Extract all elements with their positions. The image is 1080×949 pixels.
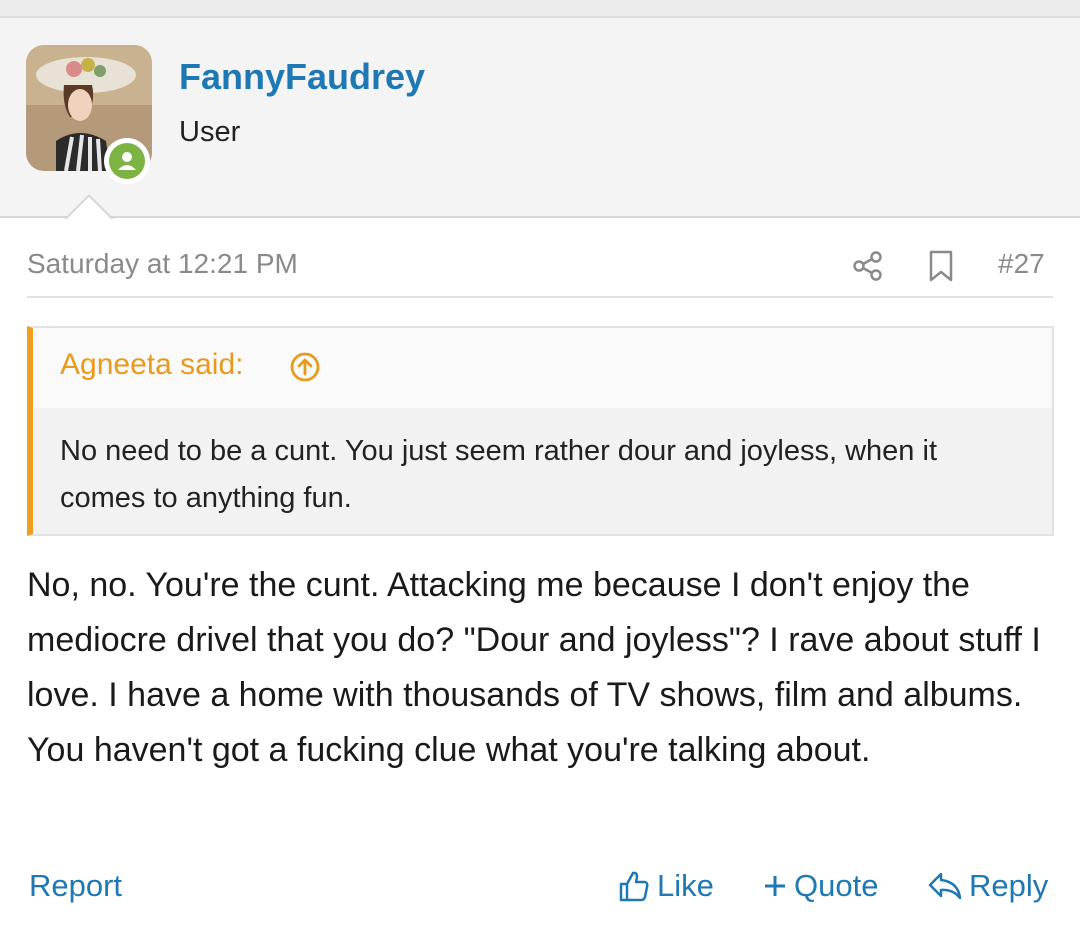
quote-author-link[interactable]: Agneeta said: — [60, 348, 243, 382]
quote-block: Agneeta said: No need to be a cunt. You … — [27, 326, 1054, 536]
quote-label: Quote — [794, 868, 879, 903]
quote-button[interactable]: Quote — [762, 868, 878, 904]
post-user-header: FannyFaudrey User — [0, 18, 1080, 218]
like-button[interactable]: Like — [617, 868, 714, 904]
user-title: User — [179, 116, 241, 148]
bookmark-icon[interactable] — [928, 250, 954, 282]
quote-text: No need to be a cunt. You just seem rath… — [60, 435, 937, 514]
quote-header: Agneeta said: — [33, 328, 1052, 408]
arrow-up-circle-icon[interactable] — [289, 351, 321, 383]
post-actions: Report Like Quote Reply — [0, 868, 1080, 918]
plus-icon — [765, 876, 785, 896]
post-timestamp[interactable]: Saturday at 12:21 PM — [27, 248, 298, 280]
username-link[interactable]: FannyFaudrey — [179, 56, 425, 98]
share-icon[interactable] — [852, 250, 884, 282]
post-number-link[interactable]: #27 — [998, 248, 1045, 280]
user-icon — [118, 152, 136, 170]
like-label: Like — [657, 868, 714, 903]
post-message: No, no. You're the cunt. Attacking me be… — [27, 566, 1041, 769]
divider — [27, 296, 1053, 298]
online-status-badge — [104, 138, 150, 184]
thumbs-up-icon — [619, 871, 649, 902]
reply-button[interactable]: Reply — [927, 868, 1048, 904]
report-link[interactable]: Report — [29, 868, 122, 904]
quote-body: No need to be a cunt. You just seem rath… — [33, 408, 1052, 534]
top-divider — [0, 0, 1080, 18]
reply-label: Reply — [969, 868, 1049, 903]
reply-icon — [928, 872, 962, 900]
